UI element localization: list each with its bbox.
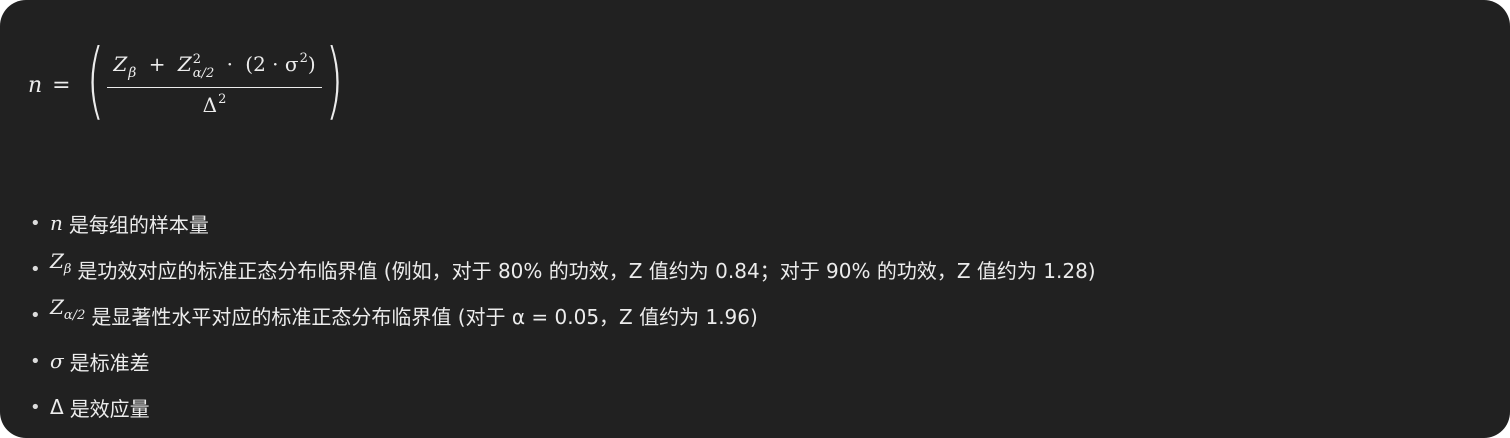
symbol-n: n xyxy=(50,211,63,235)
definition-text: 是标准差 xyxy=(69,350,150,375)
symbol-z-beta: Zβ xyxy=(50,249,71,277)
definition-text: 是功效对应的标准正态分布临界值 (例如，对于 80% 的功效，Z 值约为 0.8… xyxy=(77,258,1096,283)
list-item: • Zβ 是功效对应的标准正态分布临界值 (例如，对于 80% 的功效，Z 值约… xyxy=(30,249,1096,287)
symbol-z-alpha: Zα/2 xyxy=(50,295,85,323)
list-item: • n 是每组的样本量 xyxy=(30,205,1096,241)
response-panel: n = ( Zβ + Z 2 α/2 · (2 · σ2) Δ2 ) • n 是每组… xyxy=(0,0,1510,438)
definition-text: 是显著性水平对应的标准正态分布临界值 (对于 α = 0.05，Z 值约为 1.… xyxy=(91,304,758,329)
symbol-sub: β xyxy=(63,262,72,277)
symbol-sigma: σ xyxy=(50,349,64,373)
bullet-marker: • xyxy=(30,350,41,372)
alpha-superscript: 2 xyxy=(192,52,202,67)
variance-group: (2 · σ xyxy=(245,51,299,76)
z-alpha: Z xyxy=(177,51,192,76)
cdot-operator: · xyxy=(226,51,233,76)
symbol-delta: Δ xyxy=(50,395,64,419)
formula-denominator: Δ2 xyxy=(203,88,227,122)
bullet-marker: • xyxy=(30,396,41,418)
list-item: • Zα/2 是显著性水平对应的标准正态分布临界值 (对于 α = 0.05，Z… xyxy=(30,295,1096,333)
sample-size-formula: n = ( Zβ + Z 2 α/2 · (2 · σ2) Δ2 ) xyxy=(28,38,350,132)
list-item: • Δ 是效应量 xyxy=(30,389,1096,425)
definition-text: 是每组的样本量 xyxy=(68,212,209,237)
list-item: • σ 是标准差 xyxy=(30,343,1096,379)
formula-left-paren: ( xyxy=(85,31,105,129)
plus-operator: + xyxy=(148,51,166,76)
formula-fraction: Zβ + Z 2 α/2 · (2 · σ2) Δ2 xyxy=(107,49,322,122)
variable-definitions-list: • n 是每组的样本量 • Zβ 是功效对应的标准正态分布临界值 (例如，对于 … xyxy=(30,205,1096,435)
formula-right-paren: ) xyxy=(325,31,344,129)
bullet-marker: • xyxy=(30,304,41,326)
z-beta: Z xyxy=(113,51,128,76)
symbol-z: Z xyxy=(50,249,64,273)
bullet-marker: • xyxy=(30,212,41,234)
symbol-z: Z xyxy=(50,295,64,319)
bullet-marker: • xyxy=(30,258,41,280)
formula-lhs: n xyxy=(28,72,43,98)
formula-numerator: Zβ + Z 2 α/2 · (2 · σ2) xyxy=(107,49,322,88)
formula-equals: = xyxy=(52,72,71,98)
alpha-subscript: α/2 xyxy=(192,66,215,81)
alpha-scripts: 2 α/2 xyxy=(193,53,214,81)
delta-symbol: Δ xyxy=(202,92,218,117)
sigma-superscript: 2 xyxy=(299,50,308,66)
variance-close: ) xyxy=(307,51,316,76)
definition-text: 是效应量 xyxy=(69,396,150,421)
delta-superscript: 2 xyxy=(218,91,227,107)
beta-subscript: β xyxy=(128,64,137,81)
symbol-sub: α/2 xyxy=(63,308,86,323)
